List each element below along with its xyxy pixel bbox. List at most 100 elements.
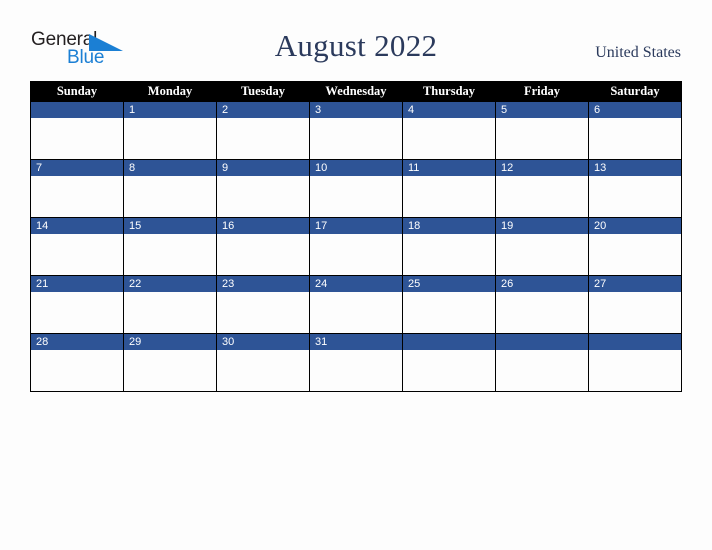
calendar-day-cell[interactable]: 1 [123, 101, 217, 160]
calendar-day-cell[interactable]: 3 [309, 101, 403, 160]
day-body[interactable] [496, 118, 588, 159]
calendar-week-row: 21 22 23 24 25 26 27 [30, 275, 682, 334]
calendar-body: 1 2 3 4 5 6 7 8 9 10 11 12 13 14 15 16 1… [30, 101, 682, 392]
calendar-day-cell[interactable]: 24 [309, 275, 403, 334]
calendar-day-cell[interactable]: 22 [123, 275, 217, 334]
day-body[interactable] [403, 176, 495, 217]
day-number: 4 [403, 102, 495, 118]
day-body[interactable] [310, 118, 402, 159]
day-number: 29 [124, 334, 216, 350]
calendar-day-cell[interactable]: 5 [495, 101, 589, 160]
calendar-day-cell[interactable] [495, 333, 589, 392]
day-body[interactable] [310, 176, 402, 217]
day-number: 14 [31, 218, 123, 234]
day-body[interactable] [403, 350, 495, 391]
calendar-week-row: 7 8 9 10 11 12 13 [30, 159, 682, 218]
country-label: United States [595, 44, 681, 61]
day-body[interactable] [31, 176, 123, 217]
day-number: 2 [217, 102, 309, 118]
calendar-day-cell[interactable]: 10 [309, 159, 403, 218]
day-number: 15 [124, 218, 216, 234]
calendar-day-cell[interactable]: 7 [30, 159, 124, 218]
calendar-day-cell[interactable]: 27 [588, 275, 682, 334]
day-body[interactable] [589, 176, 681, 217]
day-body[interactable] [31, 234, 123, 275]
day-body[interactable] [31, 350, 123, 391]
day-body[interactable] [403, 234, 495, 275]
calendar-day-cell[interactable]: 6 [588, 101, 682, 160]
day-body[interactable] [310, 350, 402, 391]
calendar-day-cell[interactable]: 2 [216, 101, 310, 160]
day-body[interactable] [217, 292, 309, 333]
calendar-day-cell[interactable]: 4 [402, 101, 496, 160]
day-number: 3 [310, 102, 402, 118]
day-number: 21 [31, 276, 123, 292]
day-body[interactable] [496, 350, 588, 391]
calendar-day-cell[interactable]: 14 [30, 217, 124, 276]
calendar-day-cell[interactable]: 26 [495, 275, 589, 334]
day-number: 10 [310, 160, 402, 176]
day-body[interactable] [310, 234, 402, 275]
day-body[interactable] [589, 350, 681, 391]
day-number: 26 [496, 276, 588, 292]
day-body[interactable] [496, 292, 588, 333]
calendar-day-cell[interactable]: 29 [123, 333, 217, 392]
calendar-day-cell[interactable]: 28 [30, 333, 124, 392]
day-body[interactable] [217, 234, 309, 275]
weekday-header-tuesday: Tuesday [216, 81, 310, 102]
weekday-header-friday: Friday [495, 81, 589, 102]
calendar-day-cell[interactable]: 12 [495, 159, 589, 218]
calendar-day-cell[interactable]: 19 [495, 217, 589, 276]
calendar-day-cell[interactable]: 20 [588, 217, 682, 276]
calendar-day-cell[interactable] [30, 101, 124, 160]
day-number: 12 [496, 160, 588, 176]
calendar-day-cell[interactable] [588, 333, 682, 392]
calendar-day-cell[interactable]: 25 [402, 275, 496, 334]
day-number: 18 [403, 218, 495, 234]
day-body[interactable] [496, 234, 588, 275]
day-body[interactable] [217, 118, 309, 159]
calendar-day-cell[interactable]: 17 [309, 217, 403, 276]
weekday-header-saturday: Saturday [588, 81, 682, 102]
day-body[interactable] [124, 118, 216, 159]
day-number: 22 [124, 276, 216, 292]
day-body[interactable] [124, 234, 216, 275]
day-body[interactable] [589, 118, 681, 159]
day-number: 25 [403, 276, 495, 292]
calendar-day-cell[interactable]: 31 [309, 333, 403, 392]
weekday-header-wednesday: Wednesday [309, 81, 403, 102]
day-body[interactable] [310, 292, 402, 333]
calendar-week-row: 28 29 30 31 [30, 333, 682, 392]
day-number: 30 [217, 334, 309, 350]
calendar-day-cell[interactable]: 13 [588, 159, 682, 218]
calendar-day-cell[interactable]: 8 [123, 159, 217, 218]
day-body[interactable] [31, 292, 123, 333]
day-body[interactable] [124, 176, 216, 217]
day-body[interactable] [496, 176, 588, 217]
calendar-page: General Blue August 2022 United States S… [0, 0, 712, 550]
calendar-day-cell[interactable]: 18 [402, 217, 496, 276]
day-body[interactable] [403, 292, 495, 333]
day-number [31, 102, 123, 118]
page-header: General Blue August 2022 United States [0, 0, 712, 78]
calendar-day-cell[interactable]: 16 [216, 217, 310, 276]
day-body[interactable] [403, 118, 495, 159]
calendar-day-cell[interactable]: 21 [30, 275, 124, 334]
calendar-day-cell[interactable]: 23 [216, 275, 310, 334]
day-body[interactable] [124, 350, 216, 391]
day-number: 16 [217, 218, 309, 234]
day-number: 17 [310, 218, 402, 234]
calendar-day-cell[interactable]: 11 [402, 159, 496, 218]
calendar-day-cell[interactable]: 15 [123, 217, 217, 276]
day-number: 5 [496, 102, 588, 118]
day-body[interactable] [589, 234, 681, 275]
day-body[interactable] [589, 292, 681, 333]
day-body[interactable] [124, 292, 216, 333]
calendar-day-cell[interactable] [402, 333, 496, 392]
calendar-day-cell[interactable]: 9 [216, 159, 310, 218]
day-body[interactable] [217, 176, 309, 217]
day-body[interactable] [31, 118, 123, 159]
calendar-day-cell[interactable]: 30 [216, 333, 310, 392]
day-number: 11 [403, 160, 495, 176]
day-body[interactable] [217, 350, 309, 391]
